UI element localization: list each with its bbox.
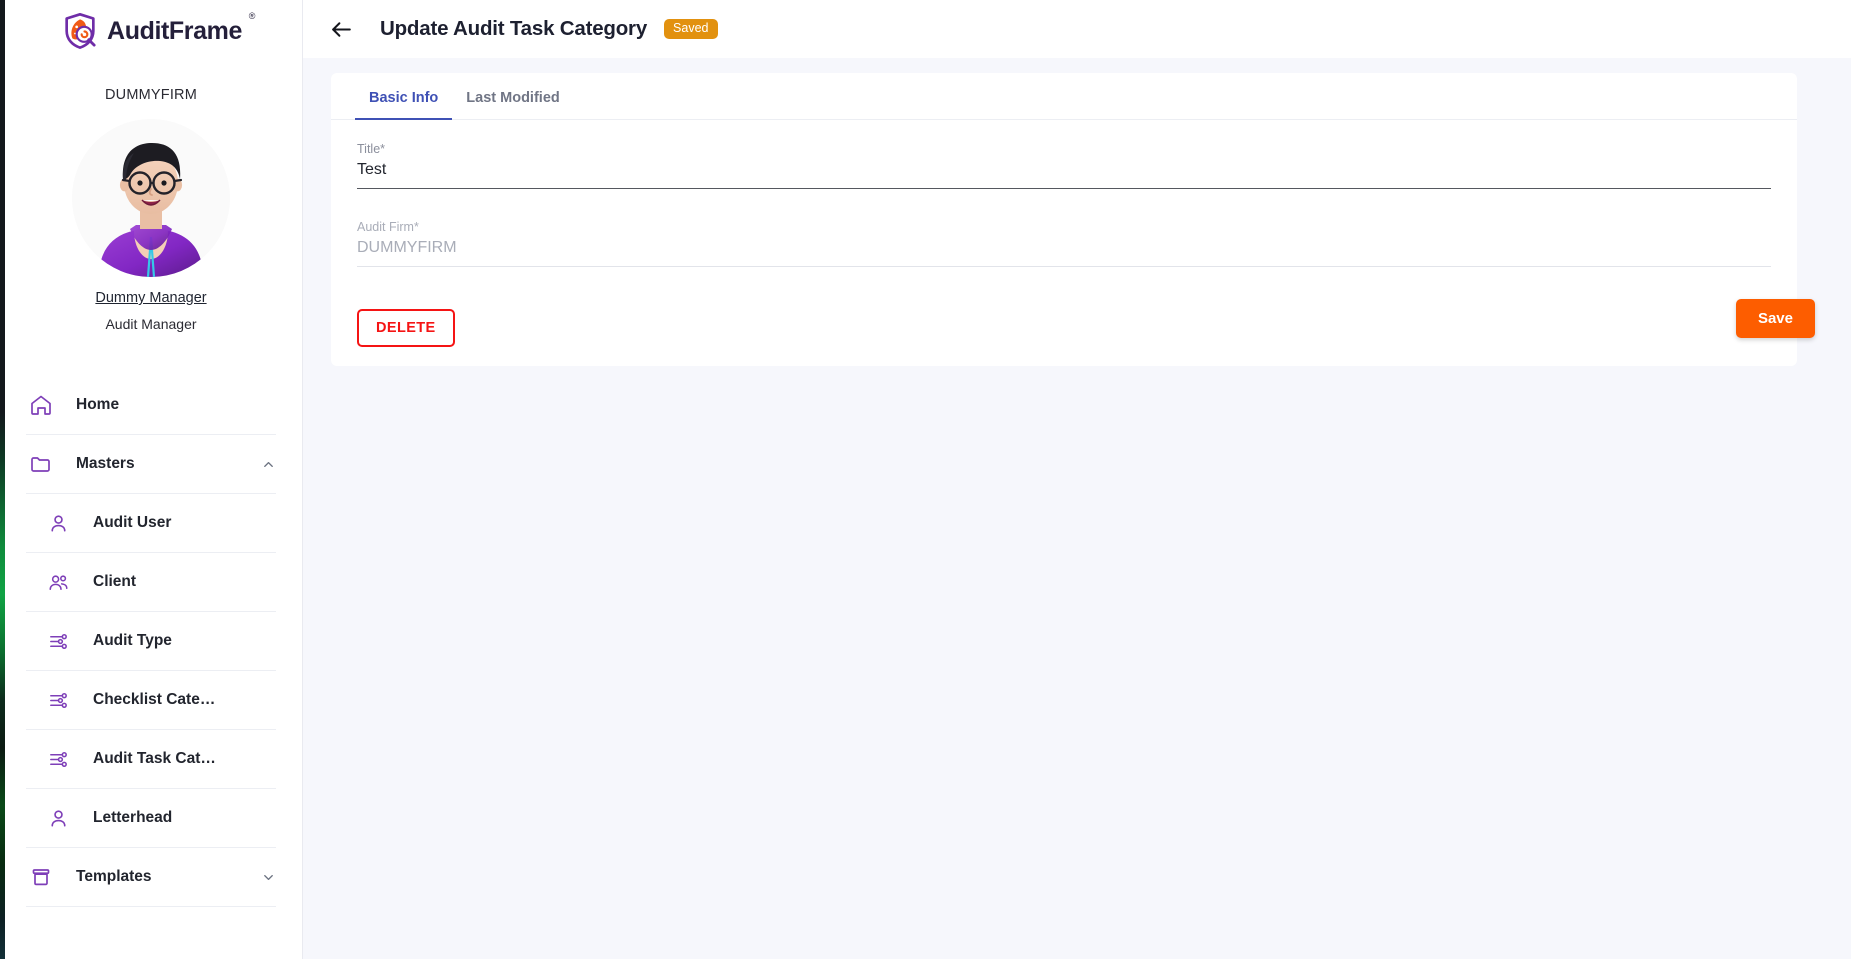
home-icon [26, 390, 56, 420]
title-field-group: Title* [357, 142, 1771, 189]
sidebar-item-label: Audit User [93, 514, 172, 531]
tune-sliders-icon [43, 626, 73, 656]
tune-sliders-icon [43, 744, 73, 774]
user-avatar-illustration [72, 119, 230, 277]
folder-icon [26, 449, 56, 479]
brand-name-text: AuditFrame [107, 16, 242, 45]
page-scrollbar[interactable] [0, 0, 5, 959]
form-actions: DELETE Save [331, 298, 1815, 354]
sidebar-item-letterhead[interactable]: Letterhead [26, 789, 276, 848]
back-button[interactable] [321, 9, 361, 49]
firm-name: DUMMYFIRM [104, 87, 197, 103]
chevron-down-icon[interactable] [260, 869, 276, 885]
audit-firm-field-label: Audit Firm* [357, 220, 419, 234]
sidebar-item-label: Client [93, 573, 137, 590]
content-area: Basic Info Last Modified Title* Audit Fi… [303, 58, 1851, 959]
sidebar-item-client[interactable]: Client [26, 553, 276, 612]
brand-name: AuditFrame ® [107, 11, 255, 46]
form-card: Basic Info Last Modified Title* Audit Fi… [331, 73, 1815, 366]
sidebar-item-label: Home [76, 396, 120, 413]
sidebar-nav: Home Masters Audit User Client Audit Typ… [0, 376, 302, 907]
person-icon [43, 508, 73, 538]
arrow-left-icon [331, 21, 351, 37]
sidebar-item-checklist-category[interactable]: Checklist Cate… [26, 671, 276, 730]
sidebar-item-audit-type[interactable]: Audit Type [26, 612, 276, 671]
tab-basic-info[interactable]: Basic Info [355, 90, 453, 120]
sidebar-item-masters[interactable]: Masters [26, 435, 276, 494]
status-badge: Saved [664, 19, 718, 39]
page-title: Update Audit Task Category [380, 17, 648, 40]
sidebar-item-label: Audit Type [93, 632, 172, 649]
brand-header[interactable]: AuditFrame ® [0, 0, 302, 58]
audit-firm-field-group: Audit Firm* [357, 220, 1771, 267]
sidebar: AuditFrame ® DUMMYFIRM Dummy Manager Aud… [0, 0, 303, 959]
tune-sliders-icon [43, 685, 73, 715]
tab-bar: Basic Info Last Modified [331, 73, 1797, 120]
sidebar-item-label: Templates [76, 868, 152, 885]
brand-logo[interactable]: AuditFrame ® [60, 11, 255, 51]
sidebar-item-audit-task-category[interactable]: Audit Task Cat… [26, 730, 276, 789]
sidebar-item-templates[interactable]: Templates [26, 848, 276, 907]
sidebar-item-audit-user[interactable]: Audit User [26, 494, 276, 553]
title-field-label: Title* [357, 142, 386, 156]
form: Title* Audit Firm* [331, 120, 1797, 267]
sidebar-item-label: Audit Task Cat… [93, 750, 216, 767]
title-input[interactable] [357, 161, 1771, 189]
page-scrollbar-thumb[interactable] [0, 0, 5, 959]
person-icon [43, 803, 73, 833]
sidebar-item-label: Masters [76, 455, 135, 472]
sidebar-item-label: Letterhead [93, 809, 173, 826]
trademark-symbol: ® [248, 10, 256, 21]
top-bar: Update Audit Task Category Saved [303, 0, 1851, 58]
main-content: Update Audit Task Category Saved Basic I… [303, 0, 1851, 959]
save-button[interactable]: Save [1735, 299, 1815, 338]
auditframe-shield-magnifier-logo [65, 13, 96, 50]
user-role: Audit Manager [105, 316, 197, 332]
tab-last-modified[interactable]: Last Modified [452, 90, 573, 119]
chevron-up-icon[interactable] [260, 456, 276, 472]
app-root: AuditFrame ® DUMMYFIRM Dummy Manager Aud… [0, 0, 1851, 959]
sidebar-item-label: Checklist Cate… [93, 691, 216, 708]
user-name-link[interactable]: Dummy Manager [0, 290, 302, 306]
avatar[interactable] [72, 119, 230, 277]
people-icon [43, 567, 73, 597]
audit-firm-input [357, 239, 1771, 267]
delete-button[interactable]: DELETE [357, 309, 455, 347]
sidebar-item-home[interactable]: Home [26, 376, 276, 435]
archive-box-icon [26, 862, 56, 892]
